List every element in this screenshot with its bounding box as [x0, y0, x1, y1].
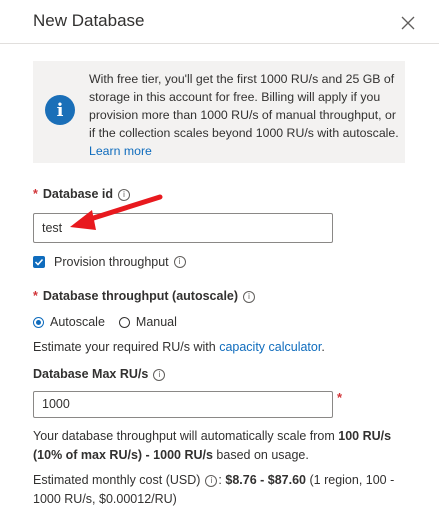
manual-radio[interactable] — [118, 316, 130, 328]
scale-note-suffix: based on usage. — [212, 448, 309, 462]
scale-note-prefix: Your database throughput will automatica… — [33, 429, 339, 443]
learn-more-link[interactable]: Learn more — [89, 142, 399, 160]
tooltip-icon[interactable]: i — [205, 475, 218, 487]
info-message: With free tier, you'll get the first 100… — [89, 72, 399, 140]
max-rus-label-text: Database Max RU/s — [33, 367, 149, 381]
required-marker: * — [33, 187, 38, 201]
database-throughput-label: * Database throughput (autoscale) i — [33, 289, 256, 303]
capacity-calculator-link[interactable]: capacity calculator — [219, 340, 321, 354]
panel-header: New Database — [0, 0, 439, 44]
tooltip-icon[interactable]: i — [243, 291, 256, 303]
manual-radio-label[interactable]: Manual — [136, 315, 177, 329]
cost-label: Estimated monthly cost (USD) — [33, 473, 201, 487]
info-icon: i — [45, 95, 75, 125]
autoscale-radio-label[interactable]: Autoscale — [50, 315, 105, 329]
max-rus-required-marker: * — [337, 390, 343, 405]
autoscale-note: Your database throughput will automatica… — [33, 427, 403, 465]
provision-throughput-checkbox[interactable] — [33, 256, 45, 268]
database-id-label-text: Database id — [42, 187, 114, 201]
panel-title: New Database — [33, 11, 145, 30]
provision-throughput-row: Provision throughput i — [33, 255, 186, 269]
free-tier-info-box: i With free tier, you'll get the first 1… — [33, 61, 405, 163]
database-throughput-label-text: Database throughput (autoscale) — [42, 289, 239, 303]
estimate-text: Estimate your required RU/s with capacit… — [33, 338, 325, 357]
autoscale-radio[interactable] — [33, 316, 44, 328]
estimated-cost: Estimated monthly cost (USD) i: $8.76 - $… — [33, 471, 403, 509]
throughput-mode-radio-group: Autoscale Manual — [33, 315, 177, 329]
estimate-suffix: . — [321, 340, 325, 354]
cost-range: $8.76 - $87.60 — [225, 473, 307, 487]
close-icon[interactable] — [400, 15, 416, 31]
tooltip-icon[interactable]: i — [153, 369, 166, 381]
free-tier-info-text: With free tier, you'll get the first 100… — [89, 70, 399, 160]
provision-throughput-label: Provision throughput — [54, 255, 169, 269]
database-id-input[interactable]: test — [33, 213, 333, 243]
required-marker: * — [33, 289, 38, 303]
tooltip-icon[interactable]: i — [173, 256, 186, 268]
max-rus-label: Database Max RU/s i — [33, 367, 166, 381]
estimate-prefix: Estimate your required RU/s with — [33, 340, 220, 354]
cost-colon: : — [218, 473, 222, 487]
max-rus-input[interactable]: 1000 — [33, 391, 333, 418]
tooltip-icon[interactable]: i — [118, 189, 131, 201]
database-id-label: * Database id i — [33, 187, 131, 201]
